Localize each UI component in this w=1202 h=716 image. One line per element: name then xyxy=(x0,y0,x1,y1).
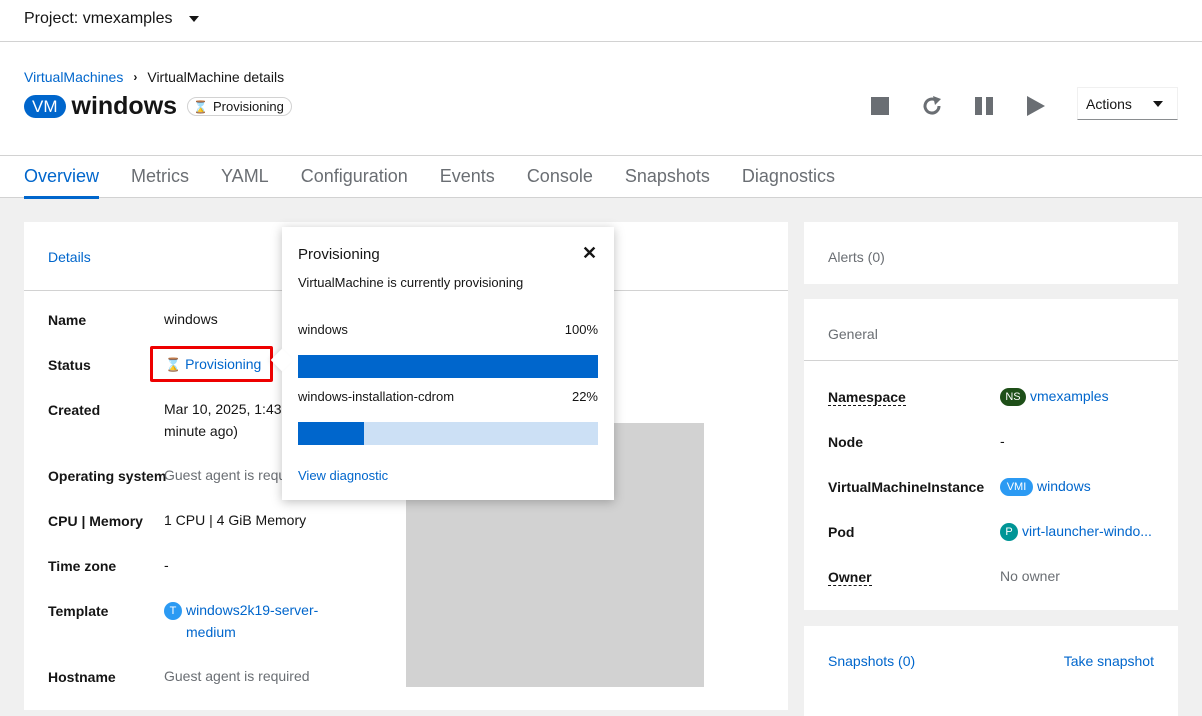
close-icon[interactable]: ✕ xyxy=(582,243,597,264)
vm-controls xyxy=(868,94,1048,118)
timezone-value: - xyxy=(164,557,169,573)
tab-metrics[interactable]: Metrics xyxy=(131,156,189,198)
actions-label: Actions xyxy=(1086,95,1132,112)
template-value: Twindows2k19-server- medium xyxy=(164,599,318,643)
page-title: VM windows ⌛ Provisioning xyxy=(24,92,292,121)
node-value: - xyxy=(1000,433,1005,449)
popover-description: VirtualMachine is currently provisioning xyxy=(298,275,524,290)
tab-overview[interactable]: Overview xyxy=(24,156,100,199)
vmi-label: VirtualMachineInstance xyxy=(828,479,985,495)
start-button[interactable] xyxy=(1024,94,1048,118)
namespace-link[interactable]: vmexamples xyxy=(1030,388,1109,404)
template-link-line2[interactable]: medium xyxy=(186,624,236,640)
pause-button[interactable] xyxy=(972,94,996,118)
node-label: Node xyxy=(828,434,863,450)
os-label: Operating system xyxy=(48,468,167,484)
restart-button[interactable] xyxy=(920,94,944,118)
project-selector[interactable]: Project: vmexamples xyxy=(24,10,199,28)
progress-label-windows: windows xyxy=(298,322,348,337)
details-heading-link[interactable]: Details xyxy=(48,249,91,265)
stop-icon xyxy=(871,97,889,115)
vmi-value: VMI windows xyxy=(1000,475,1091,497)
pod-value: Pvirt-launcher-windo... xyxy=(1000,520,1152,542)
status-badge-label: Provisioning xyxy=(213,99,284,114)
pod-label: Pod xyxy=(828,524,855,540)
created-value-line2: minute ago) xyxy=(164,423,238,439)
progress-bar-cdrom xyxy=(298,422,598,445)
vm-kind-badge: VM xyxy=(24,95,66,118)
chevron-right-icon: › xyxy=(133,70,138,84)
owner-label[interactable]: Owner xyxy=(828,569,872,586)
name-value: windows xyxy=(164,311,218,327)
snapshots-card: Snapshots (0) Take snapshot xyxy=(804,626,1178,716)
pod-badge: P xyxy=(1000,523,1018,542)
cpu-memory-value: 1 CPU | 4 GiB Memory xyxy=(164,512,307,528)
restart-icon xyxy=(923,96,941,115)
progress-percent-cdrom: 22% xyxy=(571,389,598,404)
name-label: Name xyxy=(48,312,87,328)
provisioning-popover: Provisioning ✕ VirtualMachine is current… xyxy=(270,227,614,500)
cpu-memory-label: CPU | Memory xyxy=(48,513,143,529)
status-label: Status xyxy=(48,357,91,373)
progress-fill xyxy=(298,355,598,378)
progress-bar-windows xyxy=(298,355,598,378)
os-value: Guest agent is requ xyxy=(164,467,287,483)
tab-bar: Overview Metrics YAML Configuration Even… xyxy=(0,155,1202,199)
progress-percent-windows: 100% xyxy=(564,322,598,337)
general-card: General Namespace NS vmexamples Node - Vi… xyxy=(804,299,1178,610)
breadcrumb-current: VirtualMachine details xyxy=(147,69,285,85)
divider xyxy=(804,360,1178,361)
vm-name-title: windows xyxy=(71,92,178,120)
tab-diagnostics[interactable]: Diagnostics xyxy=(742,156,835,198)
tab-snapshots[interactable]: Snapshots xyxy=(625,156,710,198)
pause-icon xyxy=(975,97,993,115)
alerts-title[interactable]: Alerts (0) xyxy=(828,249,885,265)
tab-events[interactable]: Events xyxy=(440,156,495,198)
tab-configuration[interactable]: Configuration xyxy=(301,156,408,198)
snapshots-title-link[interactable]: Snapshots (0) xyxy=(828,653,915,669)
actions-dropdown[interactable]: Actions xyxy=(1077,87,1178,120)
page-header: VirtualMachines › VirtualMachine details… xyxy=(0,42,1202,199)
tab-console[interactable]: Console xyxy=(527,156,593,198)
project-bar: Project: vmexamples xyxy=(0,0,1202,42)
created-label: Created xyxy=(48,402,101,418)
namespace-value: NS vmexamples xyxy=(1000,385,1109,407)
namespace-badge: NS xyxy=(1000,388,1026,407)
take-snapshot-button[interactable]: Take snapshot xyxy=(1064,653,1154,669)
template-badge: T xyxy=(164,602,182,621)
vmi-badge: VMI xyxy=(1000,478,1033,497)
template-link[interactable]: windows2k19-server- xyxy=(186,602,318,618)
template-label: Template xyxy=(48,603,109,619)
caret-down-icon xyxy=(1153,100,1163,107)
progress-label-cdrom: windows-installation-cdrom xyxy=(298,389,455,404)
timezone-label: Time zone xyxy=(48,558,117,574)
vmi-link[interactable]: windows xyxy=(1037,478,1091,494)
caret-down-icon xyxy=(188,16,199,22)
breadcrumb-virtualmachines-link[interactable]: VirtualMachines xyxy=(24,69,123,85)
pod-link[interactable]: virt-launcher-windo... xyxy=(1022,523,1152,539)
created-value-line1: Mar 10, 2025, 1:43 P xyxy=(164,401,295,417)
popover-title: Provisioning xyxy=(298,246,380,263)
stop-button[interactable] xyxy=(868,94,892,118)
hostname-label: Hostname xyxy=(48,669,116,685)
project-label: Project: vmexamples xyxy=(24,10,173,27)
breadcrumb: VirtualMachines › VirtualMachine details xyxy=(24,69,284,85)
play-icon xyxy=(1027,96,1045,116)
hostname-value: Guest agent is required xyxy=(164,668,310,684)
namespace-label[interactable]: Namespace xyxy=(828,389,906,406)
owner-value: No owner xyxy=(1000,568,1060,584)
general-title: General xyxy=(828,326,878,342)
status-badge: ⌛ Provisioning xyxy=(187,97,292,116)
tab-yaml[interactable]: YAML xyxy=(221,156,269,198)
view-diagnostic-link[interactable]: View diagnostic xyxy=(298,468,388,483)
alerts-card: Alerts (0) xyxy=(804,222,1178,284)
created-value: Mar 10, 2025, 1:43 P minute ago) xyxy=(164,398,295,442)
progress-fill xyxy=(298,422,364,445)
status-highlight-box xyxy=(150,346,273,382)
hourglass-icon: ⌛ xyxy=(193,99,209,114)
